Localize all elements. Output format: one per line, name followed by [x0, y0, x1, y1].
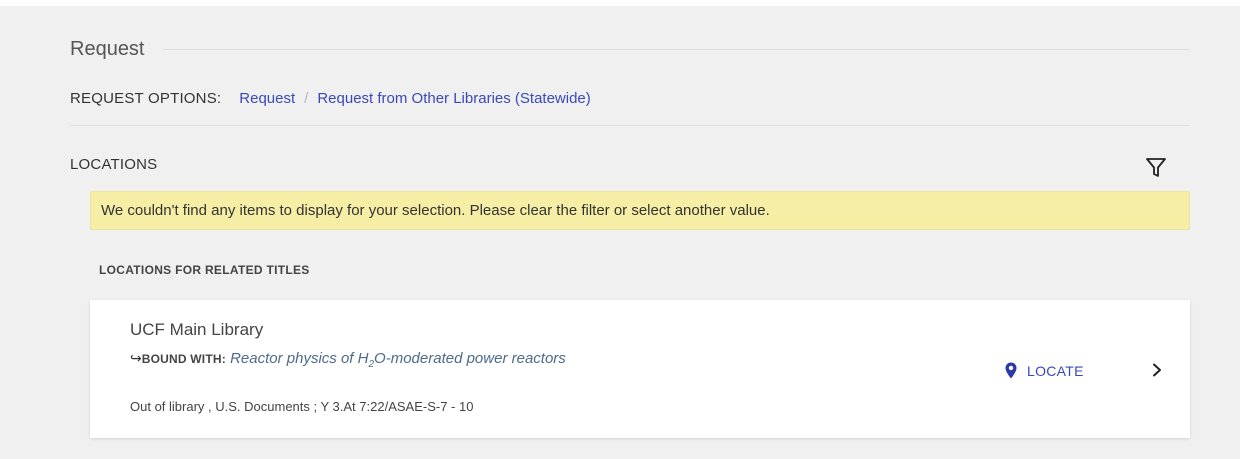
request-other-libraries-link[interactable]: Request from Other Libraries (Statewide) [317, 90, 590, 107]
request-options-label: REQUEST OPTIONS: [70, 90, 222, 107]
related-titles-label: LOCATIONS FOR RELATED TITLES [99, 263, 310, 277]
request-link[interactable]: Request [239, 90, 295, 107]
bound-title-link[interactable]: Reactor physics of H2O-moderated power r… [230, 350, 566, 370]
section-title: Request [70, 37, 145, 60]
chevron-right-icon[interactable] [1150, 362, 1164, 378]
section-divider [162, 48, 1190, 50]
bound-with-label: BOUND WITH: [141, 352, 226, 366]
request-panel: Request REQUEST OPTIONS: Request / Reque… [0, 6, 1240, 459]
request-options-separator: / [304, 90, 309, 107]
library-name: UCF Main Library [130, 320, 264, 339]
locate-button[interactable]: LOCATE [1005, 362, 1084, 379]
location-card[interactable]: UCF Main Library ↪BOUND WITH: Reactor ph… [90, 300, 1190, 438]
options-divider [70, 125, 1190, 126]
holding-info: Out of library , U.S. Documents ; Y 3.At… [130, 399, 474, 414]
map-pin-icon [1005, 362, 1017, 379]
empty-filter-notice: We couldn't find any items to display fo… [90, 191, 1190, 230]
section-header: Request [70, 36, 1190, 62]
locations-label: LOCATIONS [70, 156, 158, 173]
locate-label: LOCATE [1027, 362, 1084, 379]
bound-with: ↪BOUND WITH: Reactor physics of H2O-mode… [130, 346, 650, 377]
bound-title-prefix: Reactor physics of H [230, 350, 369, 367]
bound-arrow-icon: ↪ [130, 350, 142, 366]
filter-icon[interactable] [1143, 154, 1169, 180]
request-options: REQUEST OPTIONS: Request / Request from … [70, 90, 591, 107]
bound-title-suffix: O-moderated power reactors [374, 350, 566, 367]
